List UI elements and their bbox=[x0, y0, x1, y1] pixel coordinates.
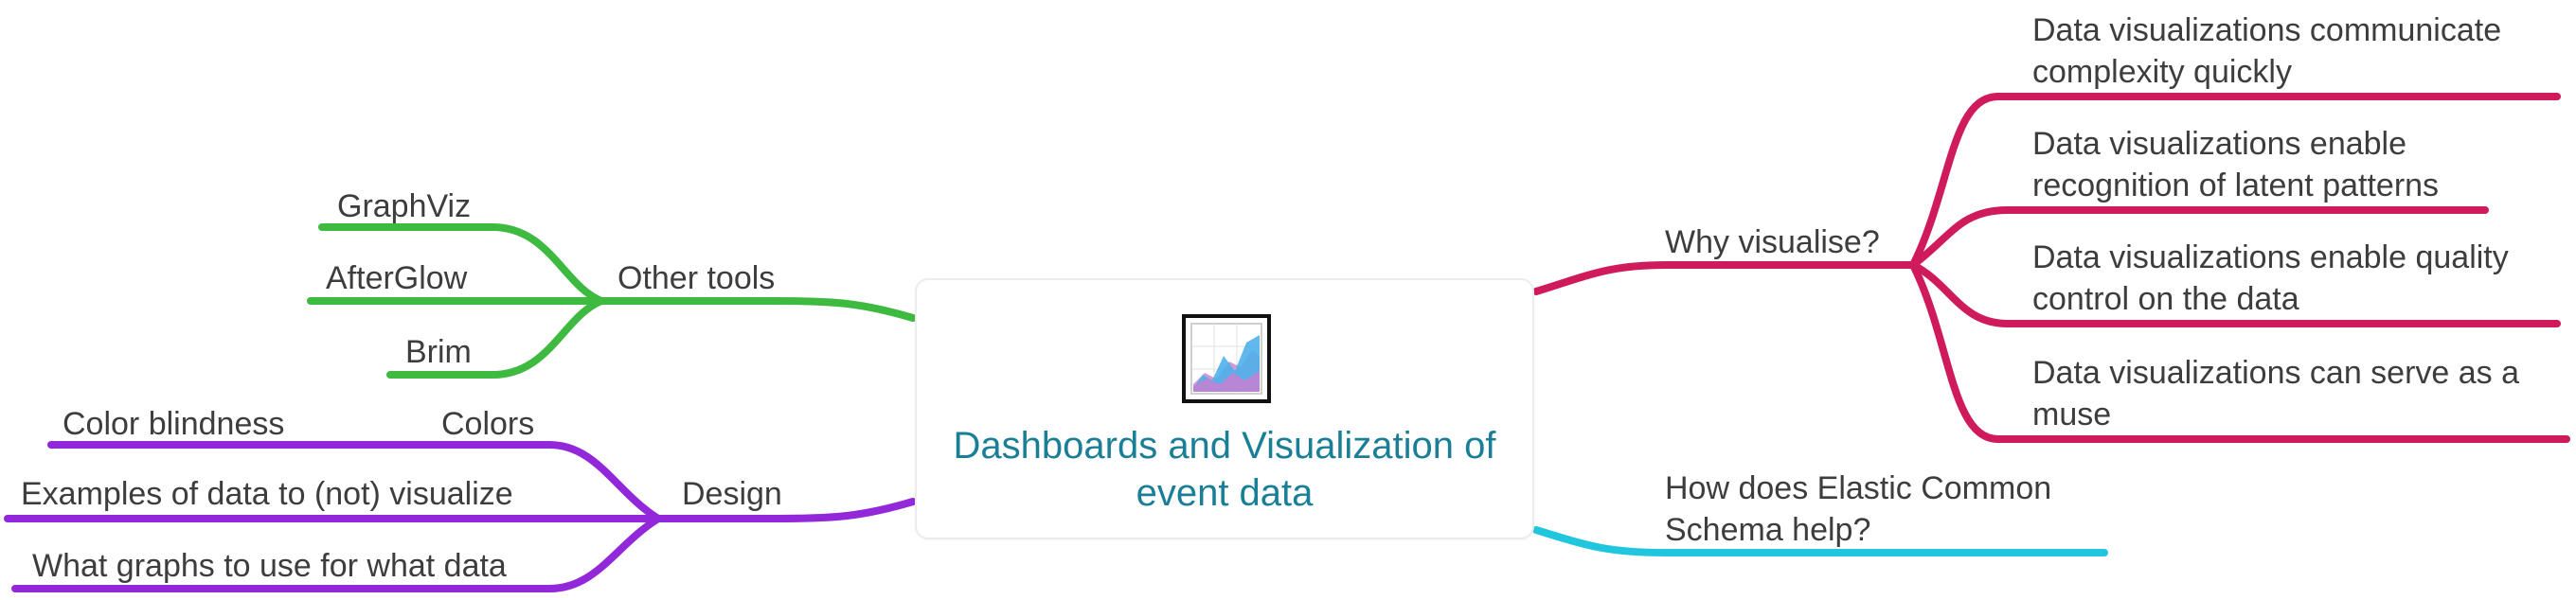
why-item-1[interactable]: Data visualizations communicate complexi… bbox=[2032, 9, 2544, 93]
tool-graphviz[interactable]: GraphViz bbox=[337, 185, 471, 227]
colors-color-blindness[interactable]: Color blindness bbox=[63, 403, 284, 445]
tools-connector bbox=[598, 297, 917, 322]
design-examples[interactable]: Examples of data to (not) visualize bbox=[21, 473, 513, 515]
why-item-4[interactable]: Data visualizations can serve as a muse bbox=[2032, 352, 2563, 435]
why-item-3[interactable]: Data visualizations enable quality contr… bbox=[2032, 237, 2563, 320]
central-title: Dashboards and Visualization of event da… bbox=[953, 425, 1496, 514]
branch-ecs[interactable]: How does Elastic Common Schema help? bbox=[1665, 468, 2110, 551]
tool-afterglow[interactable]: AfterGlow bbox=[326, 257, 467, 299]
why-item-2[interactable]: Data visualizations enable recognition o… bbox=[2032, 123, 2506, 206]
design-what-graphs[interactable]: What graphs to use for what data bbox=[32, 545, 507, 587]
tool-brim[interactable]: Brim bbox=[405, 331, 472, 373]
branch-design[interactable]: Design bbox=[682, 473, 782, 515]
design-colors[interactable]: Colors bbox=[441, 403, 534, 445]
branch-other-tools[interactable]: Other tools bbox=[617, 257, 775, 299]
branch-why-visualise[interactable]: Why visualise? bbox=[1665, 221, 1880, 263]
why-connector bbox=[1532, 261, 1917, 295]
area-chart-icon bbox=[1182, 314, 1271, 403]
tools-branch-lines bbox=[307, 223, 917, 379]
central-topic[interactable]: Dashboards and Visualization of event da… bbox=[915, 278, 1534, 539]
